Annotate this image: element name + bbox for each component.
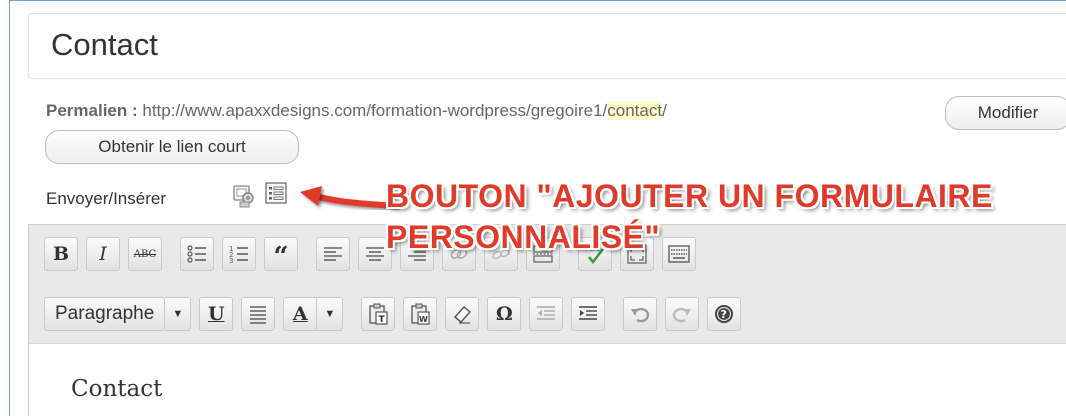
undo-button[interactable]	[623, 297, 658, 331]
italic-button[interactable]: I	[86, 237, 120, 271]
annotation-arrow-icon	[300, 186, 399, 209]
bold-button[interactable]: B	[44, 237, 78, 271]
align-left-button[interactable]	[316, 237, 350, 271]
paste-word-icon: W	[411, 303, 430, 325]
format-select[interactable]: Paragraphe	[44, 297, 166, 331]
upload-insert-label: Envoyer/Insérer	[46, 189, 166, 208]
permalink-slug[interactable]: contact	[607, 101, 663, 120]
text-color-dropdown[interactable]: ▼	[317, 297, 344, 331]
bullet-list-icon	[187, 245, 206, 263]
add-form-icon[interactable]	[264, 181, 288, 205]
underline-label: U	[208, 303, 225, 325]
justify-button[interactable]	[241, 297, 276, 331]
paste-word-button[interactable]: W	[403, 297, 438, 331]
numbered-list-icon: 1 2 3	[229, 245, 248, 265]
chevron-down-icon: ▼	[172, 308, 184, 320]
format-select-arrow[interactable]: ▼	[165, 297, 192, 331]
svg-text:T: T	[379, 315, 386, 325]
blockquote-button[interactable]: “	[264, 237, 298, 272]
paste-text-icon: T	[369, 303, 388, 325]
toolbar-row-2: Paragraphe ▼ U A ▼ T W Ω ?	[44, 295, 749, 333]
edit-permalink-button[interactable]: Modifier	[945, 96, 1066, 130]
eraser-icon	[454, 306, 472, 324]
annotation-text-line-2: PERSONNALISÉ"	[386, 219, 661, 255]
kitchen-sink-button[interactable]	[662, 237, 696, 271]
keyboard-icon	[668, 245, 690, 263]
indent-icon	[579, 306, 598, 320]
help-button[interactable]: ?	[707, 297, 742, 331]
omega-icon: Ω	[495, 303, 513, 325]
svg-text:3: 3	[229, 257, 233, 265]
paste-text-button[interactable]: T	[361, 297, 396, 331]
blockquote-icon: “	[273, 242, 289, 272]
text-color-button[interactable]: A	[283, 297, 318, 331]
bullet-list-button[interactable]	[180, 237, 214, 271]
numbered-list-button[interactable]: 1 2 3	[222, 237, 256, 271]
post-title-field[interactable]: Contact	[28, 13, 1066, 79]
svg-text:W: W	[419, 315, 428, 324]
special-character-button[interactable]: Ω	[487, 297, 522, 331]
editor-content-text: Contact	[71, 376, 163, 402]
annotation-text-line-1: BOUTON "AJOUTER UN FORMULAIRE	[386, 178, 993, 214]
chevron-down-icon: ▼	[324, 308, 336, 320]
outdent-button[interactable]	[529, 297, 564, 331]
strikethrough-button[interactable]: ABC	[128, 237, 162, 271]
clear-formatting-button[interactable]	[445, 297, 480, 331]
indent-button[interactable]	[571, 297, 606, 331]
permalink-line: Permalien : http://www.apaxxdesigns.com/…	[46, 101, 667, 121]
editor-content-area[interactable]: Contact	[28, 344, 1066, 416]
post-title-text: Contact	[51, 27, 158, 62]
underline-button[interactable]: U	[199, 297, 234, 331]
align-justify-icon	[250, 306, 267, 324]
svg-text:?: ?	[721, 308, 727, 321]
media-upload-icon[interactable]	[232, 183, 258, 209]
get-shortlink-button[interactable]: Obtenir le lien court	[45, 130, 299, 164]
redo-button[interactable]	[665, 297, 700, 331]
help-icon: ?	[715, 305, 734, 323]
permalink-url-suffix: /	[662, 101, 667, 120]
strikethrough-label: ABC	[133, 248, 157, 260]
text-color-label: A	[292, 303, 308, 325]
outdent-icon	[537, 306, 556, 320]
align-left-icon	[324, 247, 342, 261]
redo-icon	[673, 307, 692, 323]
permalink-label: Permalien :	[46, 101, 138, 120]
align-center-icon	[366, 247, 384, 261]
permalink-url-prefix[interactable]: http://www.apaxxdesigns.com/formation-wo…	[138, 101, 607, 120]
undo-icon	[631, 307, 650, 323]
